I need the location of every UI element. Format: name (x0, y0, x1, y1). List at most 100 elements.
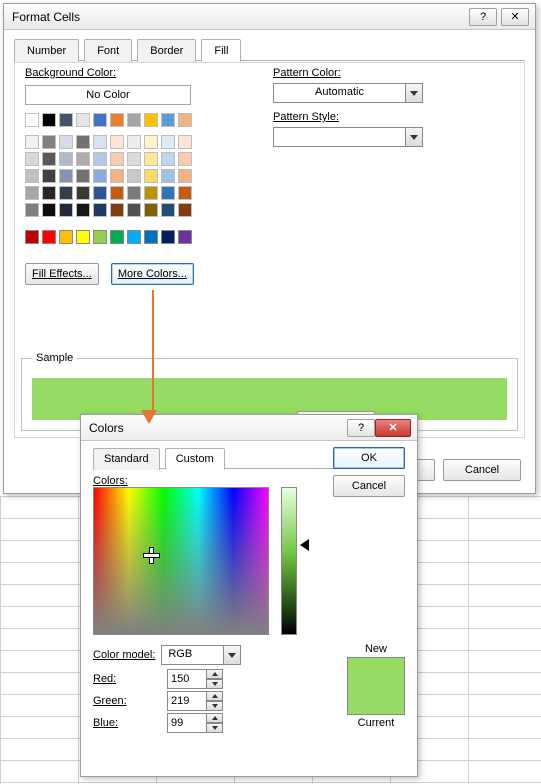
spin-down-icon[interactable] (207, 679, 223, 689)
color-swatch[interactable] (178, 169, 192, 183)
standard-color-row[interactable] (25, 230, 194, 244)
blue-spinner[interactable] (167, 713, 225, 733)
chevron-down-icon[interactable] (405, 84, 422, 102)
pattern-color-dropdown[interactable]: Automatic (273, 83, 423, 103)
color-swatch[interactable] (25, 203, 39, 217)
color-swatch[interactable] (25, 135, 39, 149)
color-swatch[interactable] (93, 152, 107, 166)
standard-color-swatch[interactable] (76, 230, 90, 244)
color-swatch[interactable] (25, 186, 39, 200)
crosshair-icon[interactable] (144, 548, 159, 563)
color-swatch[interactable] (110, 186, 124, 200)
color-swatch[interactable] (93, 135, 107, 149)
more-colors-button[interactable]: More Colors... (111, 263, 194, 285)
green-spinner[interactable] (167, 691, 225, 711)
red-input[interactable] (167, 669, 207, 689)
color-swatch[interactable] (127, 186, 141, 200)
luminance-slider[interactable] (281, 487, 297, 635)
tab-custom[interactable]: Custom (165, 448, 225, 470)
help-icon[interactable]: ? (347, 419, 375, 437)
standard-color-swatch[interactable] (25, 230, 39, 244)
red-spinner[interactable] (167, 669, 225, 689)
color-swatch[interactable] (76, 113, 90, 127)
color-swatch[interactable] (161, 203, 175, 217)
color-swatch[interactable] (161, 152, 175, 166)
help-icon[interactable]: ? (469, 8, 497, 26)
standard-color-swatch[interactable] (59, 230, 73, 244)
standard-color-swatch[interactable] (93, 230, 107, 244)
color-swatch[interactable] (42, 169, 56, 183)
color-swatch[interactable] (59, 152, 73, 166)
color-swatch[interactable] (127, 152, 141, 166)
chevron-down-icon[interactable] (223, 646, 240, 664)
close-icon[interactable]: ✕ (375, 419, 411, 437)
standard-color-swatch[interactable] (110, 230, 124, 244)
color-swatch[interactable] (110, 152, 124, 166)
tab-number[interactable]: Number (14, 39, 79, 62)
fill-effects-button[interactable]: Fill Effects... (25, 263, 99, 285)
color-swatch[interactable] (110, 169, 124, 183)
color-swatch[interactable] (161, 135, 175, 149)
color-swatch[interactable] (76, 169, 90, 183)
luminance-pointer-icon[interactable] (300, 539, 309, 551)
color-swatch[interactable] (127, 113, 141, 127)
spin-down-icon[interactable] (207, 701, 223, 711)
cancel-button[interactable]: Cancel (443, 459, 521, 481)
color-swatch[interactable] (42, 135, 56, 149)
color-swatch[interactable] (93, 169, 107, 183)
blue-input[interactable] (167, 713, 207, 733)
spin-up-icon[interactable] (207, 691, 223, 701)
close-icon[interactable]: ✕ (501, 8, 529, 26)
color-model-dropdown[interactable]: RGB (161, 645, 241, 665)
color-swatch[interactable] (42, 113, 56, 127)
tab-border[interactable]: Border (137, 39, 196, 62)
color-swatch[interactable] (178, 186, 192, 200)
color-swatch[interactable] (110, 113, 124, 127)
color-swatch[interactable] (76, 186, 90, 200)
color-swatch[interactable] (144, 203, 158, 217)
color-swatch[interactable] (110, 135, 124, 149)
colors-titlebar[interactable]: Colors ? ✕ (81, 415, 417, 441)
color-swatch[interactable] (59, 135, 73, 149)
color-swatch[interactable] (93, 113, 107, 127)
color-swatch[interactable] (161, 113, 175, 127)
standard-color-swatch[interactable] (127, 230, 141, 244)
green-input[interactable] (167, 691, 207, 711)
color-swatch[interactable] (127, 169, 141, 183)
cancel-button[interactable]: Cancel (333, 475, 405, 497)
color-swatch[interactable] (178, 113, 192, 127)
standard-color-swatch[interactable] (178, 230, 192, 244)
color-swatch[interactable] (25, 169, 39, 183)
color-swatch[interactable] (42, 186, 56, 200)
color-swatch[interactable] (42, 203, 56, 217)
color-swatch[interactable] (25, 113, 39, 127)
color-swatch[interactable] (161, 186, 175, 200)
pattern-style-dropdown[interactable] (273, 127, 423, 147)
color-swatch[interactable] (59, 203, 73, 217)
color-swatch[interactable] (144, 186, 158, 200)
spin-up-icon[interactable] (207, 713, 223, 723)
ok-button[interactable]: OK (333, 447, 405, 469)
color-picker-field[interactable] (93, 487, 269, 635)
color-swatch[interactable] (144, 169, 158, 183)
spin-up-icon[interactable] (207, 669, 223, 679)
color-swatch[interactable] (42, 152, 56, 166)
color-swatch[interactable] (127, 203, 141, 217)
standard-color-swatch[interactable] (161, 230, 175, 244)
color-swatch[interactable] (59, 169, 73, 183)
color-swatch[interactable] (127, 135, 141, 149)
format-cells-titlebar[interactable]: Format Cells ? ✕ (4, 4, 535, 30)
tab-font[interactable]: Font (84, 39, 132, 62)
standard-color-swatch[interactable] (144, 230, 158, 244)
color-swatch[interactable] (25, 152, 39, 166)
color-swatch[interactable] (93, 186, 107, 200)
theme-color-grid[interactable] (25, 113, 194, 217)
color-swatch[interactable] (59, 186, 73, 200)
color-swatch[interactable] (76, 203, 90, 217)
no-color-button[interactable]: No Color (25, 85, 191, 105)
color-swatch[interactable] (76, 152, 90, 166)
color-swatch[interactable] (93, 203, 107, 217)
color-swatch[interactable] (110, 203, 124, 217)
color-swatch[interactable] (144, 152, 158, 166)
color-swatch[interactable] (178, 152, 192, 166)
